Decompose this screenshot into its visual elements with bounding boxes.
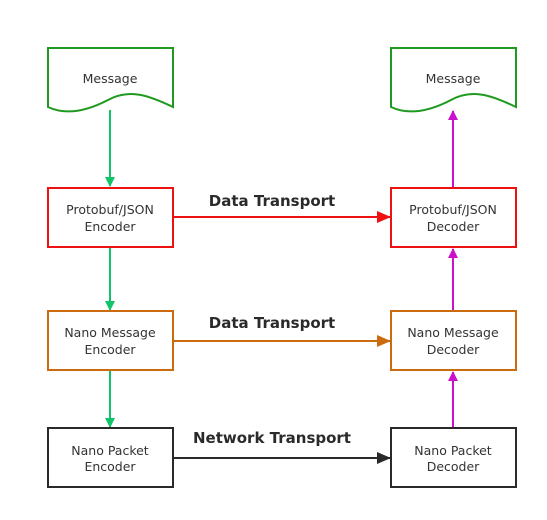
label-nano-packet-transport: Network Transport — [193, 429, 351, 447]
node-nano-packet-encoder: Nano Packet Encoder — [47, 427, 174, 488]
node-nano-packet-decoder: Nano Packet Decoder — [390, 427, 517, 488]
flow-diagram: Data Transport Data Transport Network Tr… — [47, 47, 517, 488]
label-protobuf-transport: Data Transport — [209, 192, 335, 210]
node-message-right-label: Message — [426, 71, 481, 86]
node-protobuf-encoder-line2: Encoder — [84, 219, 136, 234]
node-nano-message-encoder: Nano Message Encoder — [47, 310, 174, 371]
node-nano-packet-encoder-line1: Nano Packet — [71, 443, 149, 458]
node-message-left-label: Message — [83, 71, 138, 86]
node-protobuf-decoder-line1: Protobuf/JSON — [409, 202, 497, 217]
node-message-left: Message — [47, 47, 174, 113]
node-nano-packet-decoder-line1: Nano Packet — [414, 443, 492, 458]
node-nano-message-decoder: Nano Message Decoder — [390, 310, 517, 371]
node-protobuf-encoder: Protobuf/JSON Encoder — [47, 187, 174, 248]
node-nano-packet-decoder-line2: Decoder — [427, 459, 480, 474]
node-nano-message-decoder-line1: Nano Message — [407, 325, 499, 340]
label-nano-message-transport: Data Transport — [209, 314, 335, 332]
node-nano-packet-encoder-line2: Encoder — [84, 459, 136, 474]
node-protobuf-decoder-line2: Decoder — [427, 219, 480, 234]
node-protobuf-encoder-line1: Protobuf/JSON — [66, 202, 154, 217]
node-nano-message-encoder-line2: Encoder — [84, 342, 136, 357]
node-message-right: Message — [390, 47, 517, 113]
node-protobuf-decoder: Protobuf/JSON Decoder — [390, 187, 517, 248]
node-nano-message-decoder-line2: Decoder — [427, 342, 480, 357]
node-nano-message-encoder-line1: Nano Message — [64, 325, 156, 340]
